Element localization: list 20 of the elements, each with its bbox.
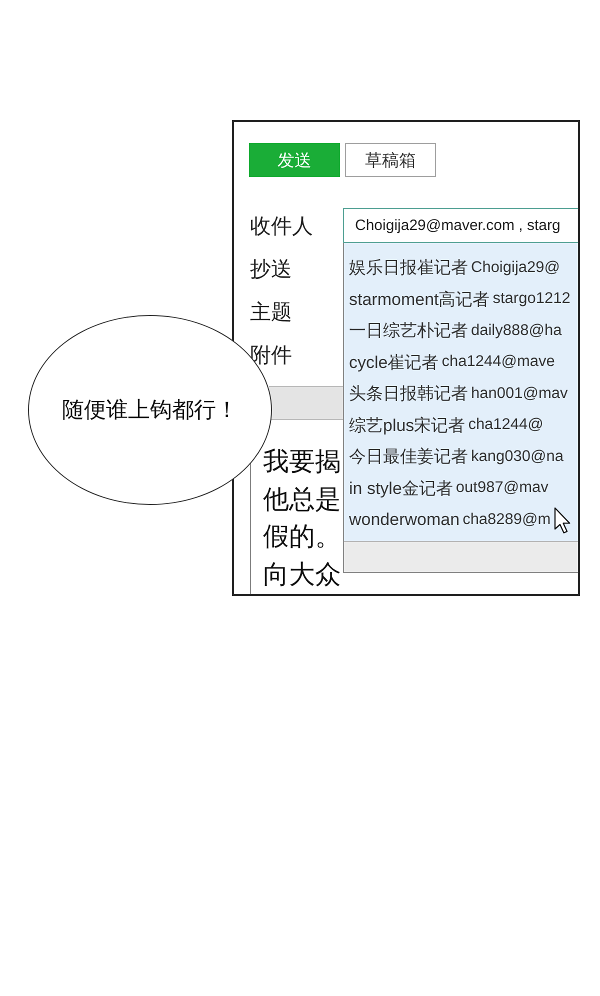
body-text-line: 向大众 (263, 558, 341, 590)
suggestion-item[interactable]: 今日最佳姜记者 kang030@na (344, 441, 578, 472)
body-text-line: 他总是 (263, 482, 341, 516)
field-label: 抄送 (250, 256, 293, 282)
suggestion-item[interactable]: in style金记者 out987@mav (344, 472, 578, 504)
body-text-line: 假的。 (263, 520, 341, 553)
suggestion-item[interactable]: wonderwoman cha8289@m (344, 504, 578, 536)
suggestion-item[interactable]: cycle崔记者 cha1244@mave (344, 346, 578, 378)
suggestion-item[interactable]: 一日综艺朴记者 daily888@ha (344, 315, 578, 346)
bubble-text: 随便谁上钩都行！ (62, 396, 238, 424)
suggestion-item[interactable]: 头条日报韩记者 han001@mav (344, 378, 578, 410)
field-label: 收件人 (250, 214, 314, 240)
drafts-button[interactable]: 草稿箱 (345, 143, 436, 177)
suggestion-item[interactable]: starmoment高记者 stargo1212 (344, 284, 578, 315)
suggestion-item[interactable]: 娱乐日报崔记者 Choigija29@ (344, 252, 578, 284)
field-label: 主题 (250, 300, 293, 326)
body-text-line: 我要揭 (263, 445, 341, 478)
recipient-field[interactable]: Choigija29@maver.com , starg (343, 208, 578, 243)
suggestion-item[interactable]: 综艺plus宋记者 cha1244@ (344, 410, 578, 441)
cursor-icon (554, 507, 571, 534)
